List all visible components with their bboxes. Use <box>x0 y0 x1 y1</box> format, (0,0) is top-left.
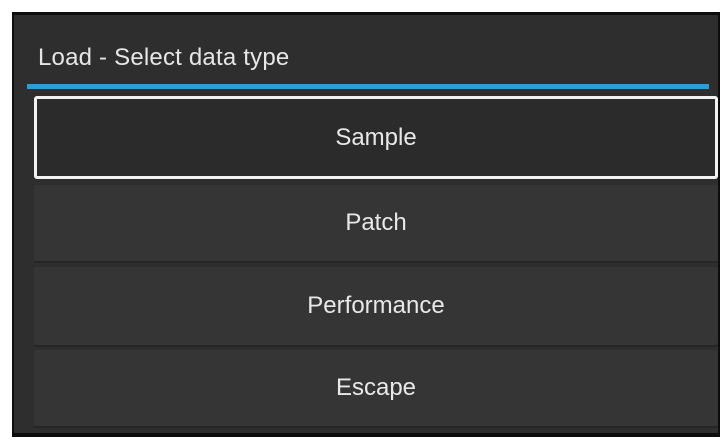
select-data-type-dialog: Load - Select data type Sample Patch Per… <box>12 12 720 437</box>
performance-option-button[interactable]: Performance <box>34 267 718 345</box>
escape-option-button[interactable]: Escape <box>34 350 718 426</box>
patch-option-button[interactable]: Patch <box>34 185 718 261</box>
sample-option-button[interactable]: Sample <box>34 96 718 179</box>
title-divider <box>27 84 709 89</box>
dialog-title: Load - Select data type <box>38 44 290 71</box>
